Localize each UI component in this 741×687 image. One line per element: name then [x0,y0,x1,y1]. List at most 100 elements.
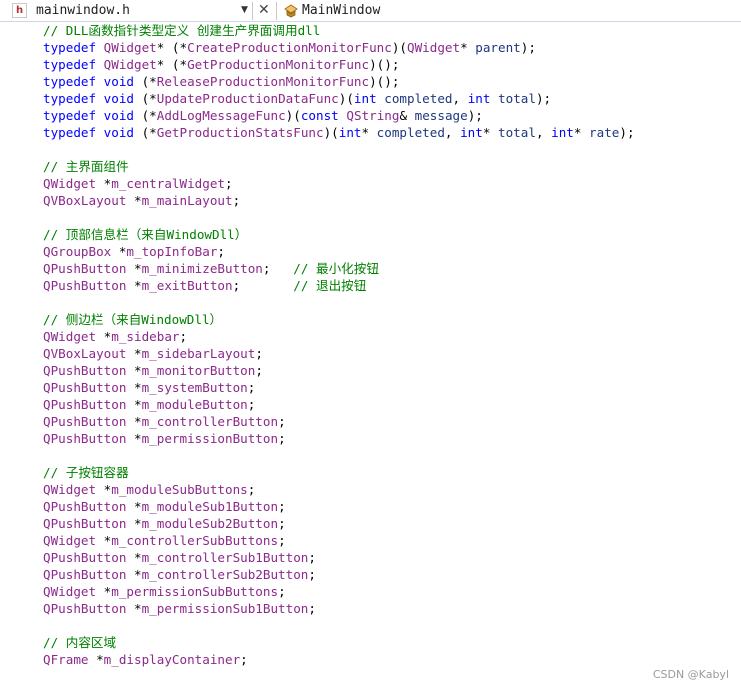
code-line[interactable]: QPushButton *m_controllerButton; [43,413,635,430]
code-token: void [103,91,135,106]
code-line[interactable]: QVBoxLayout *m_mainLayout; [43,192,635,209]
code-token: )( [391,40,407,55]
code-line[interactable]: QGroupBox *m_topInfoBar; [43,243,635,260]
code-token: * [460,40,476,55]
code-token: m_moduleButton [141,397,248,412]
code-token: ; [278,414,286,429]
code-token: ; [247,380,256,395]
code-token: QPushButton [43,363,127,378]
code-line[interactable]: QPushButton *m_controllerSub2Button; [43,566,635,583]
code-line[interactable]: typedef QWidget* (*CreateProductionMonit… [43,39,635,56]
code-line[interactable]: QWidget *m_controllerSubButtons; [43,532,635,549]
code-line[interactable]: QPushButton *m_monitorButton; [43,362,635,379]
code-token: ReleaseProductionMonitorFunc [156,74,370,89]
code-line[interactable]: typedef void (*GetProductionStatsFunc)(i… [43,124,635,141]
code-token: ; [278,584,286,599]
code-token: AddLogMessageFunc [156,108,286,123]
code-line[interactable]: QPushButton *m_moduleSub1Button; [43,498,635,515]
code-line[interactable]: QWidget *m_centralWidget; [43,175,635,192]
code-line[interactable]: QWidget *m_permissionSubButtons; [43,583,635,600]
code-token: typedef [43,74,104,89]
code-token: completed [376,125,445,140]
code-token: void [103,108,135,123]
code-token: typedef [43,91,104,106]
code-line[interactable] [43,209,635,226]
code-token: typedef [43,108,104,123]
code-editor[interactable]: // DLL函数指针类型定义 创建生产界面调用dll typedef QWidge… [43,22,635,668]
code-token: // 退出按钮 [293,278,367,293]
code-line[interactable]: typedef void (*UpdateProductionDataFunc)… [43,90,635,107]
code-line[interactable]: QPushButton *m_permissionSub1Button; [43,600,635,617]
code-line[interactable]: // 顶部信息栏（来自WindowDll） [43,226,635,243]
code-line[interactable]: QPushButton *m_minimizeButton; // 最小化按钮 [43,260,635,277]
code-token: & [399,108,415,123]
code-token: * [88,652,104,667]
code-token: * [573,125,590,140]
code-token: * [361,125,377,140]
code-token: * [126,567,142,582]
code-line[interactable]: QPushButton *m_systemButton; [43,379,635,396]
code-token: * [126,431,142,446]
code-line[interactable]: // 主界面组件 [43,158,635,175]
code-token: m_moduleSubButtons [111,482,248,497]
editor-tab-bar: h mainwindow.h ▼ ✕ MainWindow [0,0,741,22]
code-line[interactable]: typedef QWidget* (*GetProductionMonitorF… [43,56,635,73]
code-token: * [126,414,142,429]
code-token: )( [338,91,354,106]
code-line[interactable]: // 侧边栏（来自WindowDll） [43,311,635,328]
code-token: QPushButton [43,516,127,531]
code-line[interactable]: QPushButton *m_permissionButton; [43,430,635,447]
code-token: QVBoxLayout [43,193,127,208]
code-token: QWidget [103,40,157,55]
code-line[interactable]: QVBoxLayout *m_sidebarLayout; [43,345,635,362]
code-token: ; [217,244,226,259]
code-token: ; [308,550,316,565]
code-token: * [126,380,142,395]
code-token: ; [278,431,286,446]
code-line[interactable]: QPushButton *m_moduleButton; [43,396,635,413]
code-line[interactable]: QPushButton *m_moduleSub2Button; [43,515,635,532]
code-line[interactable] [43,617,635,634]
code-token: QWidget [43,533,97,548]
code-line[interactable]: QPushButton *m_controllerSub1Button; [43,549,635,566]
code-line[interactable]: QWidget *m_moduleSubButtons; [43,481,635,498]
code-token: m_systemButton [141,380,248,395]
code-token: QFrame [43,652,89,667]
code-token: typedef [43,125,104,140]
code-token: typedef [43,40,104,55]
code-token: * [126,261,142,276]
code-line[interactable]: // 子按钮容器 [43,464,635,481]
class-selector[interactable]: MainWindow [302,2,380,20]
code-line[interactable]: // 内容区域 [43,634,635,651]
code-line[interactable]: QPushButton *m_exitButton; // 退出按钮 [43,277,635,294]
code-line[interactable]: typedef void (*AddLogMessageFunc)(const … [43,107,635,124]
code-token: * [96,482,112,497]
code-token: m_monitorButton [141,363,256,378]
code-token: // 顶部信息栏（来自WindowDll） [43,227,248,242]
code-token: QGroupBox [43,244,112,259]
file-selector[interactable]: mainwindow.h [36,2,130,20]
code-token: rate [589,125,620,140]
code-line[interactable]: QFrame *m_displayContainer; [43,651,635,668]
close-icon[interactable]: ✕ [258,1,270,19]
code-token: CreateProductionMonitorFunc [187,40,392,55]
code-token: QPushButton [43,550,127,565]
code-line[interactable] [43,141,635,158]
code-token: * [126,516,142,531]
code-token: m_displayContainer [103,652,241,667]
code-token: // 主界面组件 [43,159,129,174]
code-token: * [96,329,112,344]
code-line[interactable] [43,447,635,464]
chevron-down-icon[interactable]: ▼ [241,5,248,15]
code-token: m_controllerButton [141,414,279,429]
code-line[interactable]: typedef void (*ReleaseProductionMonitorF… [43,73,635,90]
code-token: // 侧边栏（来自WindowDll） [43,312,223,327]
code-token: // DLL函数指针类型定义 创建生产界面调用dll [43,23,321,38]
code-line[interactable] [43,294,635,311]
code-token: , [444,125,461,140]
code-line[interactable]: // DLL函数指针类型定义 创建生产界面调用dll [43,22,635,39]
code-token: QString [346,108,400,123]
code-token: m_topInfoBar [126,244,218,259]
code-token: * [126,193,142,208]
code-line[interactable]: QWidget *m_sidebar; [43,328,635,345]
